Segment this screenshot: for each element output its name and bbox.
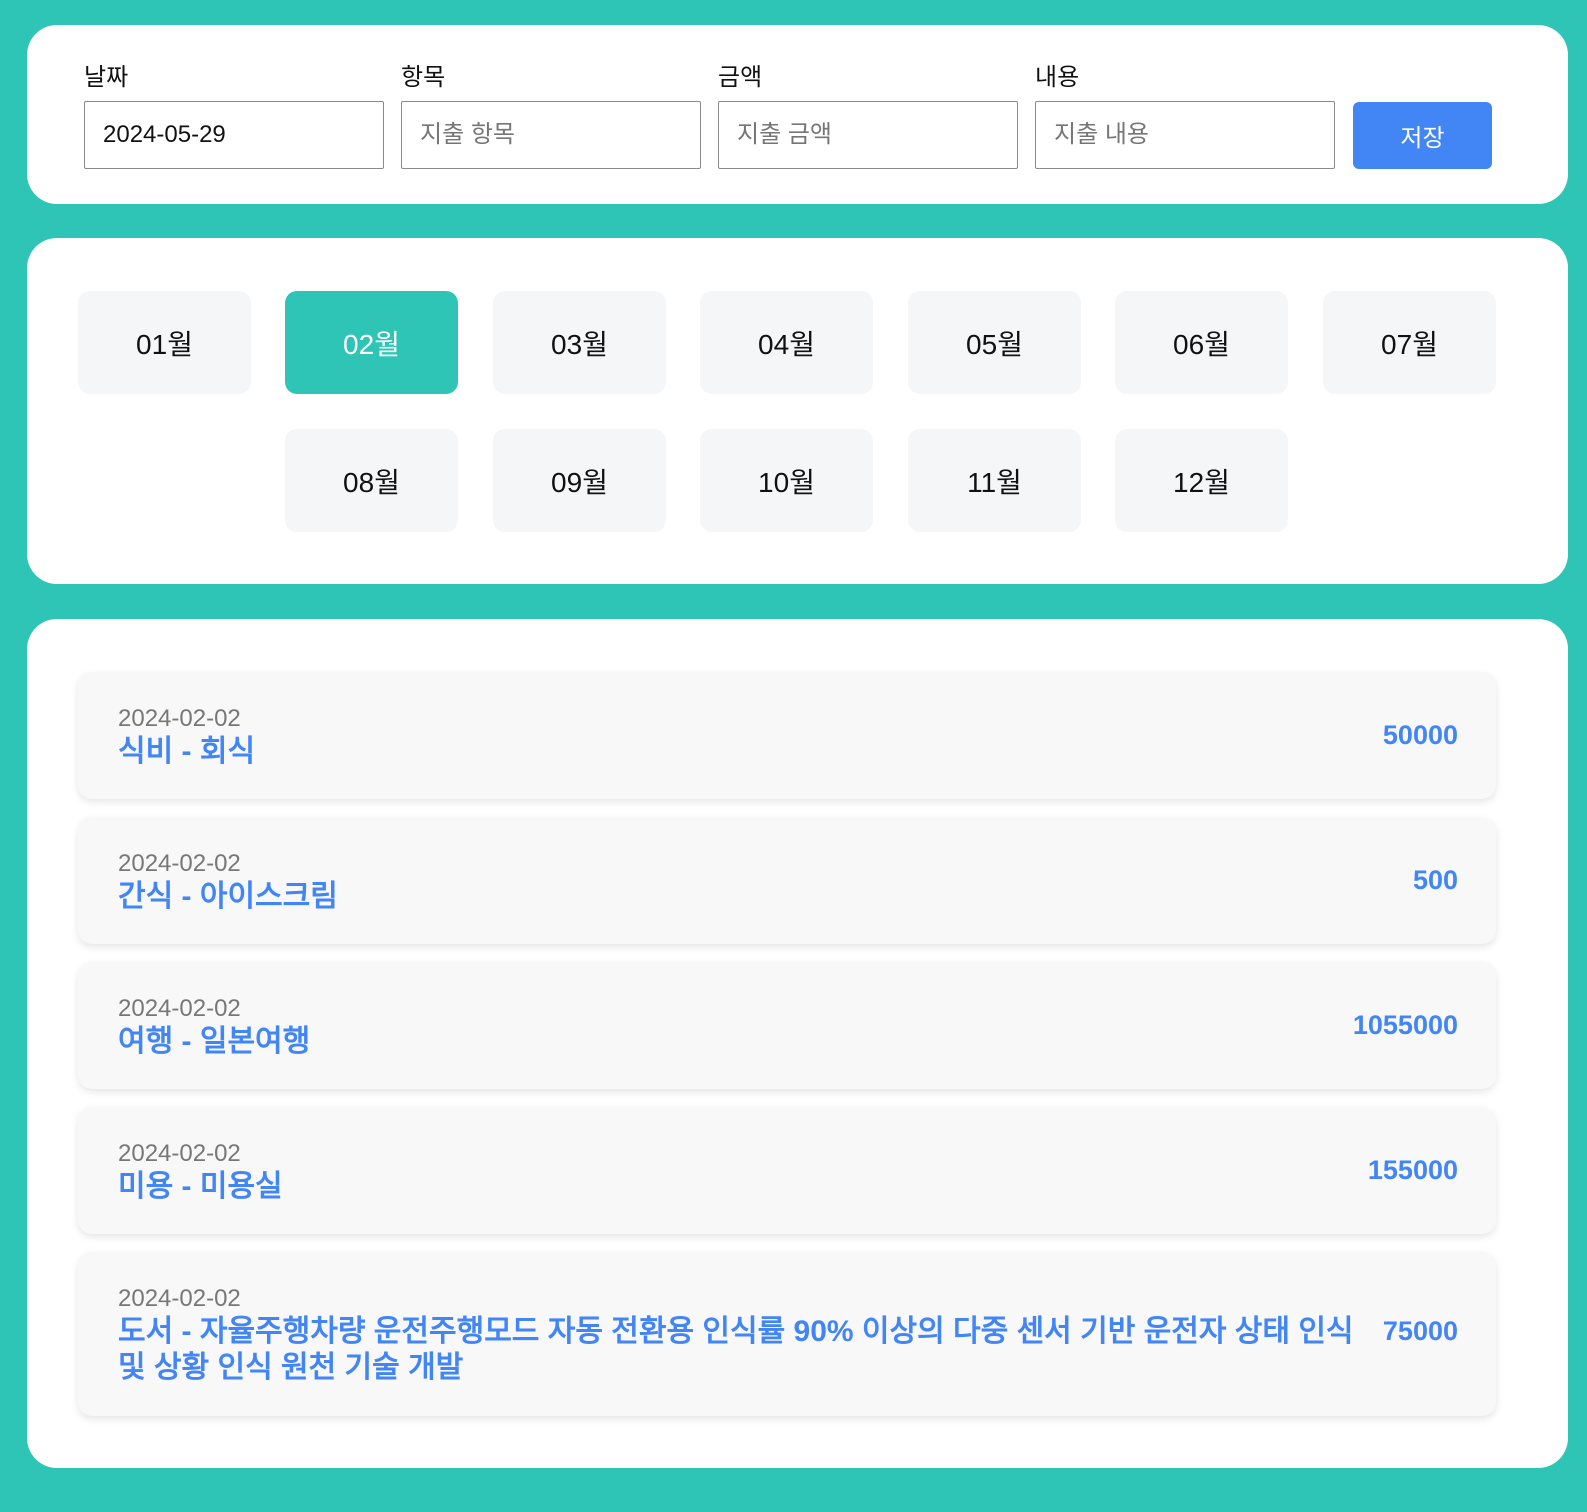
date-input[interactable] [84,101,384,169]
month-button-03[interactable]: 03월 [493,291,666,394]
item-input[interactable] [401,101,701,169]
expense-item[interactable]: 2024-02-02 도서 - 자율주행차량 운전주행모드 자동 전환용 인식률… [78,1252,1496,1416]
month-button-01[interactable]: 01월 [78,291,251,394]
expense-item[interactable]: 2024-02-02 여행 - 일본여행 1055000 [78,962,1496,1089]
expense-amount: 75000 [1382,1316,1458,1346]
expense-amount: 1055000 [1352,1010,1458,1040]
expense-item[interactable]: 2024-02-02 간식 - 아이스크림 500 [78,817,1496,944]
content-label: 내용 [1035,64,1080,91]
expense-date: 2024-02-02 [118,1140,241,1167]
expense-list-card: 2024-02-02 식비 - 회식 50000 2024-02-02 간식 -… [27,619,1568,1468]
expense-title: 도서 - 자율주행차량 운전주행모드 자동 전환용 인식률 90% 이상의 다중… [118,1315,1354,1384]
date-label: 날짜 [84,64,129,91]
month-button-08[interactable]: 08월 [285,429,458,532]
expense-title: 식비 - 회식 [118,735,256,768]
month-button-07[interactable]: 07월 [1323,291,1496,394]
expense-title: 여행 - 일본여행 [118,1025,311,1058]
expense-amount: 155000 [1367,1155,1458,1185]
content-input[interactable] [1035,101,1335,169]
month-button-05[interactable]: 05월 [908,291,1081,394]
expense-amount: 50000 [1382,720,1458,750]
expense-date: 2024-02-02 [118,850,241,877]
expense-amount: 500 [1412,865,1458,895]
expense-item[interactable]: 2024-02-02 미용 - 미용실 155000 [78,1107,1496,1234]
month-button-09[interactable]: 09월 [493,429,666,532]
amount-label: 금액 [718,64,763,91]
month-button-10[interactable]: 10월 [700,429,873,532]
item-label: 항목 [401,64,446,91]
expense-form-card: 날짜 항목 금액 내용 저장 [27,25,1568,204]
month-button-04[interactable]: 04월 [700,291,873,394]
expense-date: 2024-02-02 [118,995,241,1022]
expense-title: 간식 - 아이스크림 [118,880,338,913]
expense-title: 미용 - 미용실 [118,1170,283,1203]
amount-input[interactable] [718,101,1018,169]
month-button-02[interactable]: 02월 [285,291,458,394]
expense-date: 2024-02-02 [118,1285,241,1312]
expense-date: 2024-02-02 [118,705,241,732]
save-button[interactable]: 저장 [1353,102,1492,169]
month-selector-card: 01월 02월 03월 04월 05월 06월 07월 08월 09월 10월 … [27,238,1568,584]
month-button-06[interactable]: 06월 [1115,291,1288,394]
expense-item[interactable]: 2024-02-02 식비 - 회식 50000 [78,672,1496,799]
month-button-11[interactable]: 11월 [908,429,1081,532]
month-button-12[interactable]: 12월 [1115,429,1288,532]
